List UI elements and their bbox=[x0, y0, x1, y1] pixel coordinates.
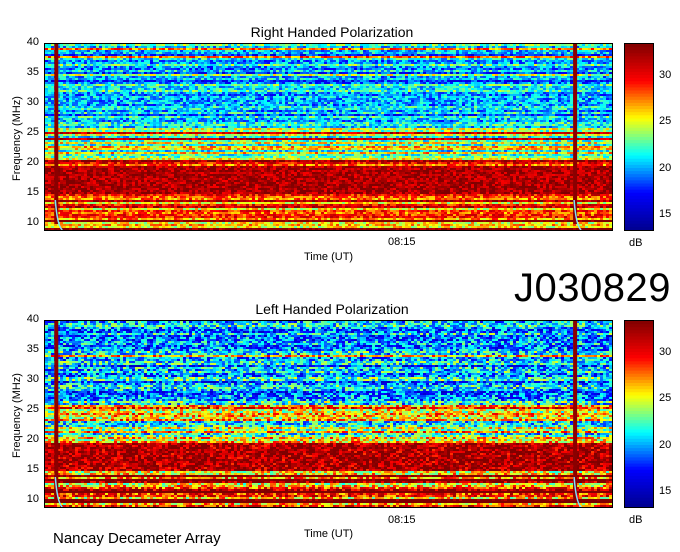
y-tick-label: 40 bbox=[27, 36, 39, 48]
y-tick-label: 10 bbox=[27, 216, 39, 228]
spectrogram-right-svg bbox=[45, 44, 612, 230]
y-tick-label: 20 bbox=[27, 156, 39, 168]
y-tick-label: 30 bbox=[27, 96, 39, 108]
y-tick-label: 15 bbox=[27, 186, 39, 198]
spectrogram-right bbox=[44, 43, 613, 231]
y-ticks-right: 10 15 20 25 30 35 40 bbox=[17, 40, 41, 234]
chart-title-right: Right Handed Polarization bbox=[52, 24, 612, 40]
y-tick-label: 35 bbox=[27, 66, 39, 78]
y-tick-label: 25 bbox=[27, 126, 39, 138]
